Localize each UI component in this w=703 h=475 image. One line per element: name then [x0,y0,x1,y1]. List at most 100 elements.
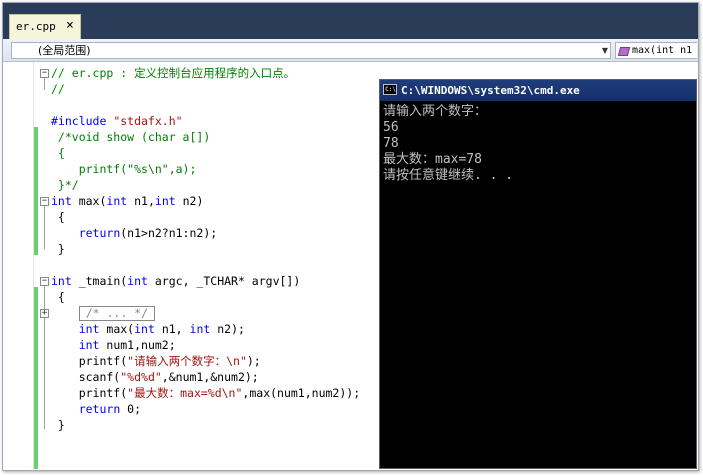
code-line: printf("最大数：max=%d\n",max(num1,num2)); [51,385,360,401]
code-token: }*/ [51,178,79,192]
code-token: "stdafx.h" [113,114,183,128]
console-title: C:\WINDOWS\system32\cmd.exe [401,84,580,97]
code-token: int [51,194,72,208]
code-token: { [51,210,65,224]
close-icon[interactable]: × [66,18,74,33]
code-token: return [78,402,121,416]
method-icon [617,47,631,56]
collapse-icon[interactable]: − [40,197,49,206]
navigation-bar: (全局范围) ▼ max(int n1 [3,39,698,62]
member-dropdown[interactable]: max(int n1 [615,42,697,59]
code-token: "%d%d" [120,370,162,384]
code-token: int [78,322,100,336]
code-line: int _tmain(int argc, _TCHAR* argv[]) [51,273,300,289]
code-token: n2) [175,194,204,208]
console-titlebar[interactable]: C:\ C:\WINDOWS\system32\cmd.exe [380,80,696,101]
cmd-icon: C:\ [383,84,397,95]
ide-window: er.cpp × (全局范围) ▼ max(int n1 − − − + // … [2,2,699,471]
code-token: } [51,242,65,256]
code-token: max( [71,194,107,208]
code-token: n2); [210,322,245,336]
code-line: { [51,289,65,305]
console-line: 请输入两个数字： [383,104,488,119]
code-token: max( [99,322,135,336]
code-token: } [51,418,65,432]
document-tab-strip: er.cpp × [3,3,698,39]
collapse-icon[interactable]: − [40,69,49,78]
code-line: int num1,num2; [51,337,176,353]
scope-value: (全局范围) [38,44,91,57]
code-token: printf("%s\n",a); [51,162,197,176]
code-token: int [189,322,211,336]
console-line: 78 [383,136,399,151]
code-token: // [51,82,65,96]
code-line: } [51,241,65,257]
console-line: 请按任意键继续. . . [383,168,514,183]
code-line: scanf("%d%d",&num1,&num2); [51,369,259,385]
code-line: // er.cpp : 定义控制台应用程序的入口点。 [51,65,295,81]
code-token: (n1>n2?n1:n2); [120,226,218,240]
code-token: { [51,146,65,160]
code-line: #include "stdafx.h" [51,113,183,129]
code-token: "请输入两个数字：\n" [127,354,247,368]
code-line: }*/ [51,177,79,193]
dropdown-arrow-icon[interactable]: ▼ [602,43,608,58]
tab-label: er.cpp [16,20,56,33]
code-token: int [51,274,72,288]
code-token: int [154,194,176,208]
code-line: { [51,145,65,161]
code-token: int [106,194,128,208]
code-line: return(n1>n2?n1:n2); [51,225,217,241]
code-token: ,&num1,&num2); [161,370,259,384]
code-line: { [51,209,65,225]
code-line: } [51,417,65,433]
change-bar [34,287,38,469]
code-line: printf("请输入两个数字：\n"); [51,353,261,369]
code-token: num1,num2; [99,338,176,352]
collapsed-region[interactable]: /* ... */ [78,306,156,321]
code-token: _tmain( [71,274,128,288]
tab-er-cpp[interactable]: er.cpp × [9,14,81,39]
outline-guide [44,203,45,249]
code-token: /*void show (char a[]) [51,130,211,144]
selection-margin [3,62,34,470]
code-token: int [134,322,155,336]
console-line: 56 [383,120,399,135]
scope-dropdown[interactable]: (全局范围) ▼ [11,42,611,59]
console-output: 请输入两个数字： 56 78 最大数：max=78 请按任意键继续. . . [383,104,693,184]
code-token: return [78,226,121,240]
outline-guide [44,315,45,429]
code-token: argc, _TCHAR* argv[]) [147,274,301,288]
code-token: ,max(num1,num2)); [242,386,361,400]
code-line: return 0; [51,401,141,417]
code-token: 0; [120,402,142,416]
code-token: #include [51,114,114,128]
code-token: { [51,290,65,304]
code-line: int max(int n1, int n2); [51,321,245,337]
code-token: ); [246,354,261,368]
change-bar [34,127,38,191]
code-token: int [127,274,148,288]
code-line: printf("%s\n",a); [51,161,197,177]
expand-icon[interactable]: + [40,309,49,318]
code-token: printf( [51,386,128,400]
code-line: // [51,81,65,97]
code-token: // er.cpp : 定义控制台应用程序的入口点。 [51,66,296,80]
member-value: max(int n1 [632,45,693,56]
collapse-icon[interactable]: − [40,277,49,286]
code-token: n1, [127,194,155,208]
code-token: printf( [51,354,128,368]
change-bar [34,191,38,255]
console-line: 最大数：max=78 [383,152,482,167]
console-window[interactable]: C:\ C:\WINDOWS\system32\cmd.exe 请输入两个数字：… [379,79,697,469]
code-token: scanf( [51,370,121,384]
code-token: n1, [154,322,190,336]
code-token: "最大数：max=%d\n" [127,386,243,400]
code-line: /*void show (char a[]) [51,129,210,145]
code-line: /* ... */ [51,305,156,321]
